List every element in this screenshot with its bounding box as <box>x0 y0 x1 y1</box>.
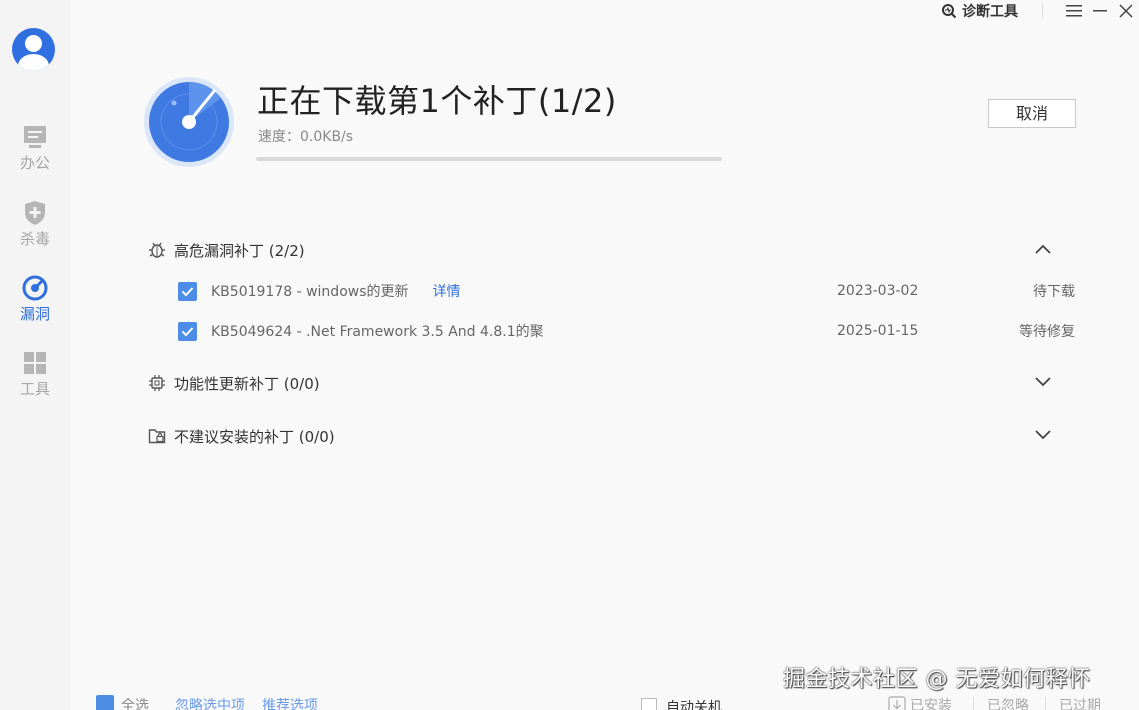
section-functional-updates[interactable]: 功能性更新补丁 (0/0) <box>148 371 1058 395</box>
sidebar-item-antivirus[interactable]: 杀毒 <box>0 200 70 262</box>
close-button[interactable] <box>1115 1 1137 21</box>
minimize-icon <box>1093 10 1107 12</box>
expired-button[interactable]: 已过期 <box>1059 695 1101 710</box>
patch-date: 2023-03-02 <box>837 283 919 299</box>
page-title: 正在下载第1个补丁(1/2) <box>257 82 617 120</box>
check-icon <box>181 286 194 296</box>
avatar[interactable] <box>12 28 55 71</box>
shield-plus-icon <box>25 201 45 225</box>
patch-status: 待下载 <box>1033 284 1075 300</box>
sidebar-item-office[interactable]: 办公 <box>0 124 70 186</box>
chip-icon <box>149 375 165 391</box>
section-label: 功能性更新补丁 (0/0) <box>174 374 320 393</box>
download-speed: 速度：0.0KB/s <box>258 129 354 145</box>
diagnostic-tool-button[interactable]: 诊断工具 <box>941 1 1018 21</box>
patch-row: KB5049624 - .Net Framework 3.5 And 4.8.1… <box>178 319 1078 343</box>
grid-icon <box>24 352 46 374</box>
sidebar-item-label: 杀毒 <box>19 230 50 248</box>
download-box-icon <box>888 696 906 710</box>
sidebar-item-label: 办公 <box>19 154 50 172</box>
installed-label: 已安装 <box>910 698 952 710</box>
divider <box>1045 697 1046 710</box>
diagnostic-tool-label: 诊断工具 <box>962 4 1018 20</box>
section-label: 高危漏洞补丁 (2/2) <box>174 241 305 260</box>
ignored-button[interactable]: 已忽略 <box>987 695 1029 710</box>
recommend-options-link[interactable]: 推荐选项 <box>262 695 318 710</box>
bug-icon <box>149 242 165 258</box>
chevron-up-icon[interactable] <box>1034 242 1052 256</box>
divider <box>973 697 974 710</box>
installed-button[interactable]: 已安装 <box>888 695 952 710</box>
sidebar-item-label: 漏洞 <box>19 305 50 323</box>
radar-icon <box>22 275 48 301</box>
minimize-button[interactable] <box>1089 1 1111 21</box>
patch-status: 等待修复 <box>1019 324 1075 340</box>
patch-row: KB5019178 - windows的更新 详情 2023-03-02 待下载 <box>178 279 1078 303</box>
menu-button[interactable] <box>1063 1 1085 21</box>
close-icon <box>1119 4 1133 18</box>
app-window: 办公 杀毒 漏洞 工具 诊断工具 正在下载第1个补丁(1/2) 速度：0.0KB… <box>0 0 1139 710</box>
sidebar-item-label: 工具 <box>19 380 50 398</box>
section-high-risk[interactable]: 高危漏洞补丁 (2/2) <box>148 238 1058 262</box>
check-icon <box>181 326 194 336</box>
monitor-icon <box>24 126 46 148</box>
patch-date: 2025-01-15 <box>837 323 919 339</box>
sidebar-item-tools[interactable]: 工具 <box>0 350 70 412</box>
chevron-down-icon[interactable] <box>1034 375 1052 389</box>
diagnose-icon <box>942 4 957 19</box>
select-all-label: 全选 <box>121 698 149 710</box>
auto-shutdown-label: 自动关机 <box>666 700 722 710</box>
chevron-down-icon[interactable] <box>1034 428 1052 442</box>
select-all-checkbox[interactable] <box>96 695 114 710</box>
title-bar: 诊断工具 <box>941 0 1139 22</box>
patch-name: KB5019178 - windows的更新 <box>211 284 409 300</box>
bottom-bar: 全选 忽略选中项 推荐选项 自动关机 已安装 已忽略 已过期 <box>96 692 1139 710</box>
patch-checkbox[interactable] <box>178 321 197 341</box>
divider <box>1042 3 1043 19</box>
folder-lock-icon <box>148 429 166 444</box>
auto-shutdown-checkbox[interactable] <box>641 698 657 710</box>
sidebar-item-vulnerability[interactable]: 漏洞 <box>0 275 70 337</box>
scan-radar-icon <box>144 77 234 167</box>
download-progress-bar <box>256 157 722 161</box>
section-label: 不建议安装的补丁 (0/0) <box>174 427 335 446</box>
patch-name: KB5049624 - .Net Framework 3.5 And 4.8.1… <box>211 324 544 340</box>
sidebar: 办公 杀毒 漏洞 工具 <box>0 0 70 710</box>
cancel-button[interactable]: 取消 <box>988 99 1076 128</box>
ignore-selected-link[interactable]: 忽略选中项 <box>175 695 245 710</box>
watermark: 掘金技术社区 @ 无爱如何释怀 <box>783 667 1091 692</box>
section-not-recommended[interactable]: 不建议安装的补丁 (0/0) <box>148 424 1058 448</box>
hamburger-icon <box>1066 5 1082 17</box>
patch-checkbox[interactable] <box>178 281 197 301</box>
details-link[interactable]: 详情 <box>433 281 461 301</box>
